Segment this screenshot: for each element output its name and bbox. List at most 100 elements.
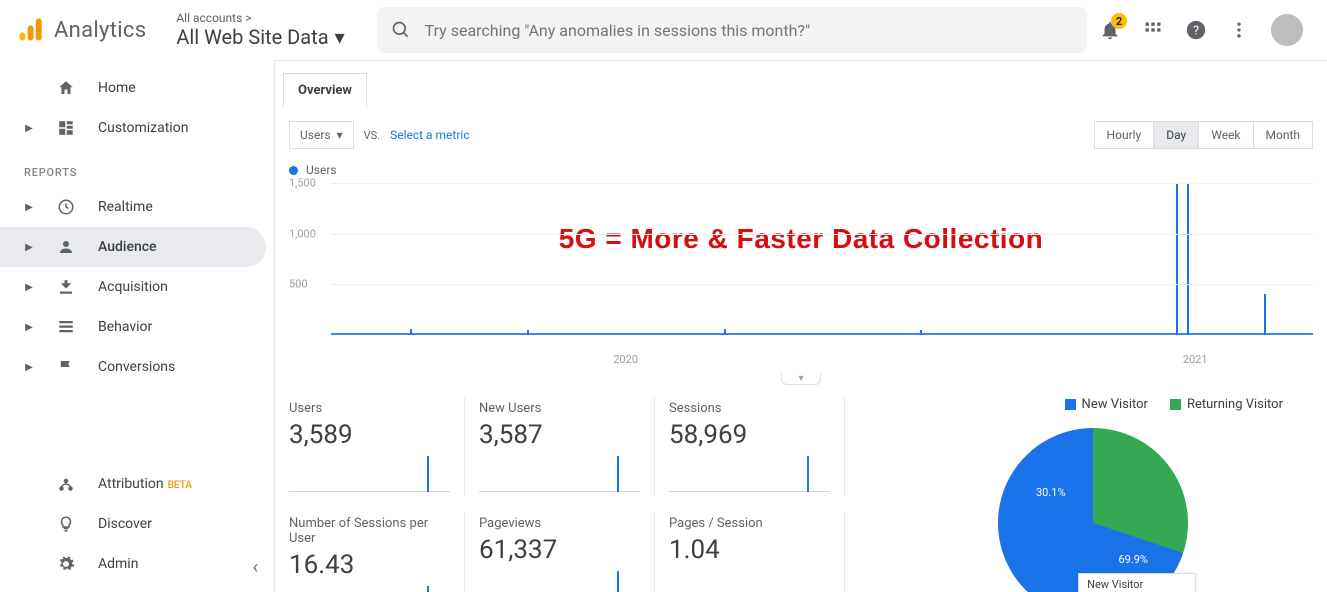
- user-avatar[interactable]: [1271, 14, 1303, 46]
- legend-swatch-icon: [1170, 399, 1181, 410]
- pie-slice-label: 69.9%: [1118, 553, 1148, 566]
- sparkline: [479, 456, 640, 492]
- y-tick-label: 1,500: [289, 177, 316, 190]
- account-view-label: All Web Site Data: [176, 25, 328, 49]
- apps-grid-icon[interactable]: [1143, 20, 1163, 40]
- clock-icon: [56, 198, 76, 216]
- chart-spike: [1187, 183, 1189, 335]
- sparkline: [479, 571, 640, 592]
- select-metric-link[interactable]: Select a metric: [390, 128, 470, 142]
- sidebar-item-home[interactable]: Home: [0, 68, 266, 108]
- chart-legend: Users: [289, 163, 1313, 177]
- metric-label: Number of Sessions per User: [289, 516, 450, 546]
- person-icon: [56, 238, 76, 256]
- metric-value: 16.43: [289, 550, 450, 580]
- caret-down-icon: ▾: [335, 25, 345, 49]
- metric-card[interactable]: Users3,589: [289, 397, 465, 496]
- pie-legend-item: New Visitor: [1065, 397, 1148, 412]
- chart-spike: [527, 330, 529, 335]
- granularity-month[interactable]: Month: [1254, 122, 1312, 148]
- topbar: Analytics All accounts > All Web Site Da…: [0, 0, 1327, 60]
- account-view[interactable]: All Web Site Data ▾: [176, 25, 344, 49]
- account-path: All accounts >: [176, 11, 344, 25]
- line-chart: Users 5G = More & Faster Data Collection…: [275, 163, 1327, 367]
- chart-baseline: [331, 333, 1313, 335]
- metric-dropdown[interactable]: Users ▾: [289, 121, 354, 149]
- analytics-logo-icon: [16, 16, 44, 44]
- caret-down-icon: ▾: [337, 128, 343, 142]
- sidebar-item-audience[interactable]: ▶ Audience: [0, 227, 266, 267]
- logo-block: Analytics: [16, 16, 160, 44]
- sidebar: Home ▶ Customization REPORTS ▶ Realtime …: [0, 60, 275, 592]
- main-content: Overview Users ▾ VS. Select a metric Hou…: [275, 60, 1327, 592]
- x-tick-label: 2020: [613, 353, 638, 366]
- sidebar-item-attribution[interactable]: AttributionBETA: [0, 464, 274, 504]
- flag-icon: [56, 358, 76, 376]
- chevron-right-icon: ▶: [24, 362, 34, 373]
- granularity-day[interactable]: Day: [1154, 122, 1199, 148]
- pie-chart: 30.1% 69.9% New Visitor 3,587 Users (69.…: [998, 428, 1188, 592]
- home-icon: [56, 79, 76, 97]
- arrow-in-icon: [56, 278, 76, 296]
- y-tick-label: 500: [289, 278, 308, 291]
- sidebar-item-realtime[interactable]: ▶ Realtime: [0, 187, 266, 227]
- search-icon: [391, 20, 411, 40]
- svg-text:?: ?: [1193, 24, 1199, 39]
- metric-card[interactable]: Sessions 58,969: [669, 397, 845, 496]
- sidebar-item-behavior[interactable]: ▶ Behavior: [0, 307, 266, 347]
- metric-card[interactable]: New Users3,587: [479, 397, 655, 496]
- sidebar-item-admin[interactable]: Admin: [0, 544, 274, 584]
- chevron-right-icon: ▶: [24, 123, 34, 134]
- metric-label: Pages / Session: [669, 516, 830, 531]
- chart-spike: [1176, 183, 1178, 335]
- sidebar-item-customization[interactable]: ▶ Customization: [0, 108, 266, 148]
- list-icon: [56, 318, 76, 336]
- legend-swatch-icon: [1065, 399, 1076, 410]
- dashboard-icon: [56, 119, 76, 137]
- pie-legend-item: Returning Visitor: [1170, 397, 1283, 412]
- metric-card[interactable]: Pageviews61,337: [479, 512, 655, 592]
- metric-card[interactable]: Pages / Session 1.04: [669, 512, 845, 592]
- account-selector[interactable]: All accounts > All Web Site Data ▾: [172, 11, 344, 49]
- brand-text: Analytics: [54, 18, 146, 43]
- topbar-actions: 2 ?: [1099, 14, 1311, 46]
- tab-overview[interactable]: Overview: [283, 73, 367, 107]
- lightbulb-icon: [56, 515, 76, 533]
- sidebar-item-acquisition[interactable]: ▶ Acquisition: [0, 267, 266, 307]
- sparkline: [669, 571, 830, 592]
- help-icon[interactable]: ?: [1185, 19, 1207, 41]
- pie-legend: New Visitor Returning Visitor: [1065, 397, 1313, 412]
- y-tick-label: 1,000: [289, 227, 316, 240]
- metric-value: 1.04: [669, 535, 830, 565]
- chart-spike: [410, 329, 412, 335]
- chart-spike: [920, 330, 922, 335]
- controls-row: Users ▾ VS. Select a metric HourlyDayWee…: [275, 107, 1327, 163]
- search-box[interactable]: [377, 7, 1087, 53]
- granularity-switch: HourlyDayWeekMonth: [1094, 121, 1313, 149]
- sidebar-item-conversions[interactable]: ▶ Conversions: [0, 347, 266, 387]
- chevron-right-icon: ▶: [24, 322, 34, 333]
- pie-chart-block: New Visitor Returning Visitor 30.1% 69.9%…: [873, 397, 1313, 592]
- notifications-button[interactable]: 2: [1099, 19, 1121, 41]
- granularity-hourly[interactable]: Hourly: [1095, 122, 1155, 148]
- chart-expand-handle[interactable]: ▾: [275, 373, 1327, 385]
- sparkline: [289, 586, 450, 592]
- sidebar-item-discover[interactable]: Discover: [0, 504, 274, 544]
- chevron-right-icon: ▶: [24, 242, 34, 253]
- chart-spike: [1264, 294, 1266, 335]
- chevron-right-icon: ▶: [24, 282, 34, 293]
- collapse-sidebar-button[interactable]: ‹: [247, 551, 264, 584]
- metric-value: 58,969: [669, 420, 830, 450]
- metrics-grid: Users3,589New Users3,587 Sessions 58,969 Nu…: [289, 397, 859, 592]
- metric-label: Users: [289, 401, 450, 416]
- metric-label: Sessions: [669, 401, 830, 416]
- sparkline: [289, 456, 450, 492]
- pie-slice-label: 30.1%: [1036, 486, 1066, 499]
- metric-label: Pageviews: [479, 516, 640, 531]
- search-input[interactable]: [425, 21, 1073, 40]
- chart-spike: [724, 329, 726, 335]
- metric-card[interactable]: Number of Sessions per User 16.43: [289, 512, 465, 592]
- more-vert-icon[interactable]: [1229, 20, 1249, 40]
- granularity-week[interactable]: Week: [1199, 122, 1253, 148]
- x-tick-label: 2021: [1183, 353, 1208, 366]
